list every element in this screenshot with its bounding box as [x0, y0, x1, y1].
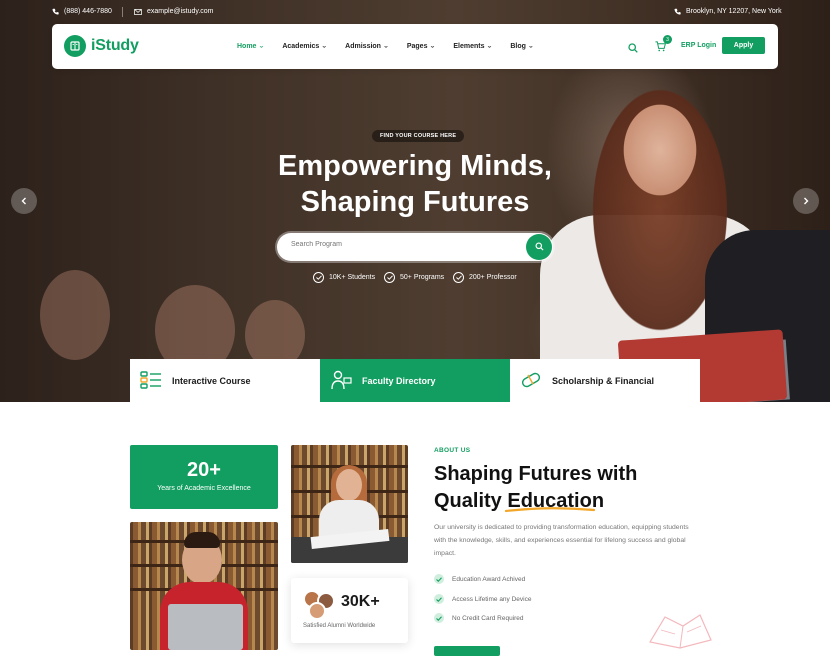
chevron-down-icon: ⌄: [321, 43, 328, 49]
hero-stat-professors: 200+ Professor: [453, 272, 517, 283]
feature-tabs: Interactive Course Faculty Directory Sch…: [130, 359, 700, 402]
nav-item-label: Home: [237, 42, 257, 50]
chevron-right-icon: [802, 192, 810, 210]
mail-icon: [134, 8, 142, 15]
check-label: Access Lifetime any Device: [452, 595, 532, 603]
hero-stat-programs: 50+ Programs: [384, 272, 444, 283]
nav-item-elements[interactable]: Elements ⌄: [453, 42, 492, 50]
topbar-address: Brooklyn, NY 12207, New York: [674, 8, 782, 15]
hero-title-line1: Empowering Minds,: [278, 150, 552, 182]
feature-label: Interactive Course: [172, 375, 251, 386]
chevron-down-icon: ⌄: [258, 43, 265, 49]
chevron-down-icon: ⌄: [527, 43, 534, 49]
about-eyebrow: ABOUT US: [434, 447, 471, 454]
cart-count-badge: 3: [663, 35, 672, 44]
topbar-address-text: Brooklyn, NY 12207, New York: [686, 8, 782, 15]
slider-prev-button[interactable]: [11, 188, 37, 214]
nav-item-pages[interactable]: Pages ⌄: [407, 42, 436, 50]
years-label: Years of Academic Excellence: [157, 485, 251, 492]
check-icon: [434, 574, 444, 584]
years-excellence-card: 20+ Years of Academic Excellence: [130, 445, 278, 509]
feature-interactive-course[interactable]: Interactive Course: [130, 359, 320, 402]
check-label: No Credit Card Required: [452, 614, 524, 622]
top-bar: (888) 446-7880 example@istudy.com Brookl…: [0, 0, 830, 24]
nav-item-admission[interactable]: Admission ⌄: [345, 42, 389, 50]
program-search-bar: [277, 233, 553, 261]
topbar-email-text: example@istudy.com: [147, 8, 214, 15]
check-icon: [434, 594, 444, 604]
scholarship-icon: [520, 370, 542, 392]
faculty-icon: [330, 369, 352, 393]
check-icon: [453, 272, 464, 283]
search-icon[interactable]: [628, 40, 638, 58]
check-label: Education Award Achived: [452, 575, 526, 583]
phone-icon: [52, 8, 59, 15]
open-book-illustration-icon: [649, 614, 712, 649]
check-icon: [384, 272, 395, 283]
brand-logo[interactable]: iStudy: [64, 35, 139, 57]
alumni-card: 30K+ Satisfied Alumni Worldwide: [291, 578, 408, 643]
chevron-left-icon: [20, 192, 28, 210]
hero-stat-label: 10K+ Students: [329, 274, 376, 281]
about-cta-button[interactable]: [434, 646, 500, 656]
check-icon: [313, 272, 324, 283]
check-icon: [434, 613, 444, 623]
about-check-item: Access Lifetime any Device: [434, 594, 531, 604]
erp-login-link[interactable]: ERP Login: [681, 42, 716, 49]
nav-item-label: Elements: [453, 42, 485, 50]
student-laptop-photo: [130, 522, 278, 650]
hero-eyebrow: FIND YOUR COURSE HERE: [372, 130, 465, 142]
feature-scholarship-financial[interactable]: Scholarship & Financial: [510, 359, 700, 402]
student-face: [336, 469, 362, 501]
student-hair: [184, 532, 220, 548]
logo-book-icon: [64, 35, 86, 57]
nav-item-blog[interactable]: Blog ⌄: [510, 42, 533, 50]
topbar-phone[interactable]: (888) 446-7880: [52, 8, 112, 15]
program-search-input[interactable]: [291, 241, 511, 248]
nav-item-label: Blog: [510, 42, 526, 50]
main-navbar: iStudy Home ⌄ Academics ⌄ Admission ⌄ Pages…: [52, 24, 778, 69]
alumni-label: Satisfied Alumni Worldwide: [303, 623, 376, 629]
topbar-phone-text: (888) 446-7880: [64, 8, 112, 15]
about-title-line1: Shaping Futures with: [434, 463, 638, 485]
student-books-photo: [291, 445, 408, 563]
years-value: 20+: [187, 459, 221, 481]
about-check-item: No Credit Card Required: [434, 613, 524, 623]
about-title-part: Quality: [434, 490, 508, 512]
brand-name: iStudy: [91, 37, 139, 54]
hero-stat-label: 200+ Professor: [469, 274, 517, 281]
nav-item-label: Admission: [345, 42, 381, 50]
location-icon: [674, 8, 681, 15]
nav-item-home[interactable]: Home ⌄: [237, 42, 264, 50]
hero-title-line2: Shaping Futures: [300, 186, 530, 218]
chevron-down-icon: ⌄: [486, 43, 493, 49]
slider-next-button[interactable]: [793, 188, 819, 214]
about-description: Our university is dedicated to providing…: [434, 524, 689, 557]
hero-stat-students: 10K+ Students: [313, 272, 375, 283]
nav-item-label: Pages: [406, 42, 428, 50]
alumni-value: 30K+: [341, 593, 380, 610]
hero-stat-label: 50+ Programs: [400, 274, 445, 281]
topbar-email[interactable]: example@istudy.com: [134, 8, 214, 15]
alumni-avatar: [308, 602, 326, 620]
about-check-item: Education Award Achived: [434, 574, 525, 584]
feature-label: Faculty Directory: [362, 375, 436, 386]
course-list-icon: [140, 370, 162, 392]
chevron-down-icon: ⌄: [382, 43, 389, 49]
cart-button[interactable]: 3: [655, 35, 672, 57]
nav-item-academics[interactable]: Academics ⌄: [282, 42, 327, 50]
feature-label: Scholarship & Financial: [552, 375, 655, 386]
chevron-down-icon: ⌄: [429, 43, 436, 49]
title-underline-swoosh: [504, 507, 596, 513]
apply-button[interactable]: Apply: [722, 37, 765, 54]
search-icon: [534, 238, 544, 256]
topbar-divider: [122, 7, 123, 17]
nav-item-label: Academics: [282, 42, 320, 50]
primary-menu: Home ⌄ Academics ⌄ Admission ⌄ Pages ⌄ Eleme…: [237, 42, 552, 50]
search-submit-button[interactable]: [526, 234, 552, 260]
feature-faculty-directory[interactable]: Faculty Directory: [320, 359, 510, 402]
laptop: [168, 604, 243, 650]
